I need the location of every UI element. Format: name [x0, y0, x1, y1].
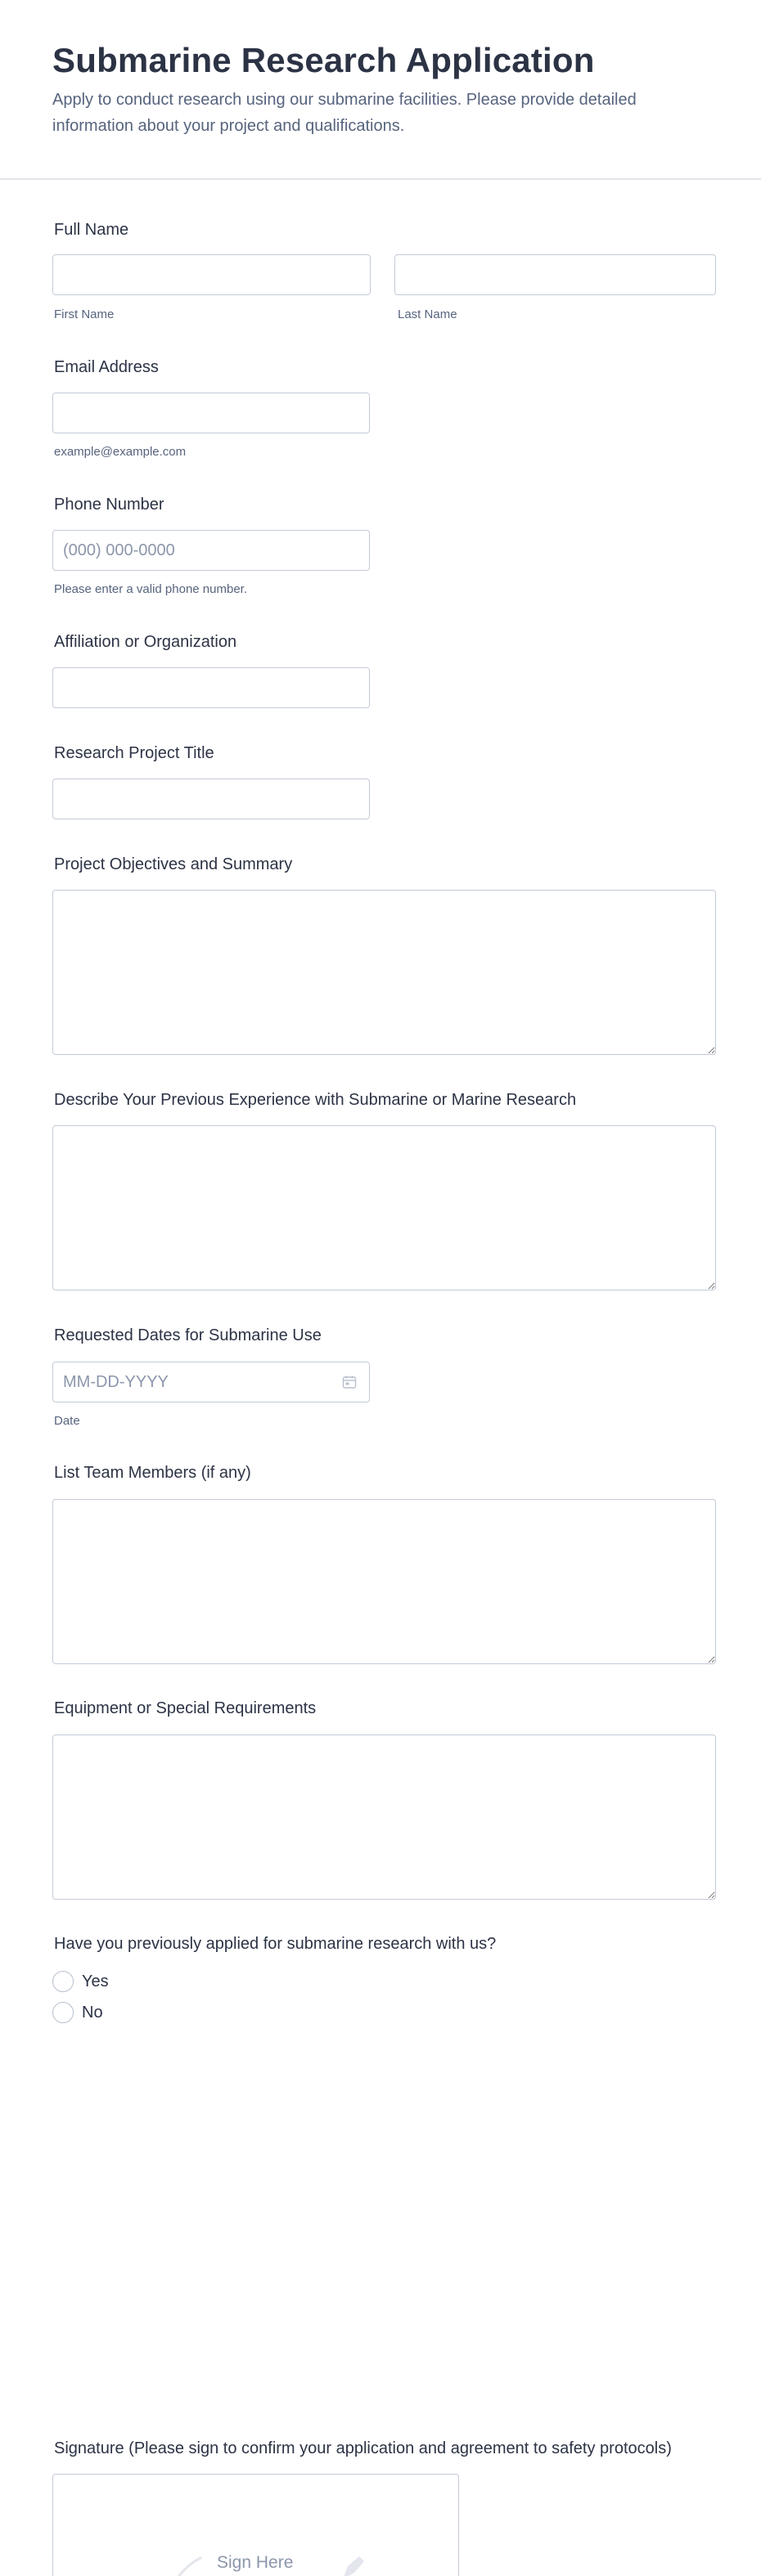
project-title-input[interactable]	[52, 779, 370, 819]
date-input[interactable]	[52, 1362, 370, 1402]
last-name-sublabel: Last Name	[398, 307, 457, 321]
signature-stroke-icon	[177, 2556, 202, 2576]
sign-here-placeholder: Sign Here	[217, 2553, 294, 2572]
email-sublabel: example@example.com	[54, 445, 187, 459]
radio-option-yes[interactable]: Yes	[52, 1970, 109, 1993]
signature-pad[interactable]: Sign Here	[52, 2474, 459, 2576]
experience-textarea[interactable]	[52, 1125, 716, 1290]
previous-application-label: Have you previously applied for submarin…	[54, 1935, 497, 1953]
first-name-input[interactable]	[52, 254, 371, 295]
equipment-label: Equipment or Special Requirements	[54, 1699, 317, 1717]
form-header: Submarine Research Application Apply to …	[0, 0, 761, 180]
radio-label-no: No	[82, 2003, 103, 2022]
radio-button[interactable]	[52, 2002, 74, 2023]
last-name-input[interactable]	[394, 254, 716, 295]
dates-label: Requested Dates for Submarine Use	[54, 1326, 322, 1344]
email-input[interactable]	[52, 393, 370, 433]
objectives-label: Project Objectives and Summary	[54, 855, 293, 873]
objectives-textarea[interactable]	[52, 890, 716, 1055]
phone-sublabel: Please enter a valid phone number.	[54, 582, 247, 596]
experience-label: Describe Your Previous Experience with S…	[54, 1091, 577, 1109]
date-sublabel: Date	[54, 1414, 80, 1428]
full-name-label: Full Name	[54, 221, 129, 239]
affiliation-label: Affiliation or Organization	[54, 633, 237, 651]
signature-label: Signature (Please sign to confirm your a…	[54, 2439, 672, 2457]
radio-button[interactable]	[52, 1971, 74, 1992]
team-textarea[interactable]	[52, 1499, 716, 1664]
team-label: List Team Members (if any)	[54, 1464, 251, 1482]
project-title-label: Research Project Title	[54, 744, 214, 762]
first-name-sublabel: First Name	[54, 307, 115, 321]
calendar-icon[interactable]	[342, 1375, 357, 1389]
pen-icon	[344, 2556, 364, 2576]
affiliation-input[interactable]	[52, 667, 370, 708]
equipment-textarea[interactable]	[52, 1735, 716, 1900]
phone-label: Phone Number	[54, 496, 164, 514]
email-label: Email Address	[54, 358, 159, 376]
radio-option-no[interactable]: No	[52, 2001, 103, 2024]
form-subtitle: Apply to conduct research using our subm…	[52, 91, 637, 135]
phone-input[interactable]	[52, 530, 370, 571]
form-title: Submarine Research Application	[52, 41, 595, 79]
radio-label-yes: Yes	[82, 1972, 109, 1990]
